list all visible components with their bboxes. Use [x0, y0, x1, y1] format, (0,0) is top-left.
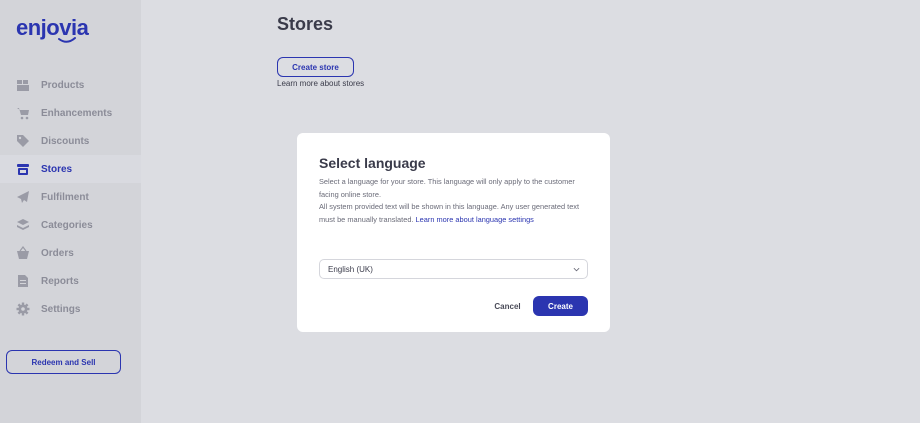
boxes-icon [16, 78, 30, 92]
sidebar-item-categories[interactable]: Categories [0, 211, 141, 239]
sidebar-item-products[interactable]: Products [0, 71, 141, 99]
sidebar-item-orders[interactable]: Orders [0, 239, 141, 267]
sidebar-item-label: Reports [41, 275, 79, 287]
sidebar-item-label: Enhancements [41, 107, 113, 119]
sidebar-nav: Products Enhancements Discounts Stores F… [0, 71, 141, 323]
document-icon [16, 274, 30, 288]
sidebar-item-discounts[interactable]: Discounts [0, 127, 141, 155]
language-settings-link[interactable]: Learn more about language settings [416, 215, 534, 224]
sidebar-item-settings[interactable]: Settings [0, 295, 141, 323]
gear-icon [16, 302, 30, 316]
cart-icon [16, 106, 30, 120]
sidebar-item-label: Products [41, 79, 85, 91]
sidebar-item-fulfilment[interactable]: Fulfilment [0, 183, 141, 211]
description-line-1: Select a language for your store. This l… [319, 177, 575, 199]
store-icon [16, 162, 30, 176]
enjovia-logo[interactable]: enjovia [15, 14, 111, 46]
sidebar: enjovia Products Enhancements Discounts … [0, 0, 141, 423]
page-title: Stores [277, 14, 334, 34]
sidebar-item-label: Categories [41, 219, 93, 231]
create-store-button[interactable]: Create store [277, 57, 354, 77]
sidebar-item-enhancements[interactable]: Enhancements [0, 99, 141, 127]
dialog-description: Select a language for your store. This l… [319, 176, 591, 226]
select-language-dialog: Select language Select a language for yo… [297, 133, 610, 332]
layers-icon [16, 218, 30, 232]
sidebar-item-reports[interactable]: Reports [0, 267, 141, 295]
tags-icon [16, 134, 30, 148]
language-select-value: English (UK) [328, 264, 373, 274]
cancel-button[interactable]: Cancel [485, 296, 530, 316]
paper-plane-icon [16, 190, 30, 204]
dialog-title: Select language [319, 155, 426, 171]
basket-icon [16, 246, 30, 260]
chevron-down-icon [573, 267, 580, 272]
learn-more-stores-link[interactable]: Learn more about stores [277, 79, 364, 88]
sidebar-item-label: Fulfilment [41, 191, 89, 203]
language-select[interactable]: English (UK) [319, 259, 588, 279]
sidebar-item-label: Settings [41, 303, 81, 315]
sidebar-item-label: Orders [41, 247, 74, 259]
sidebar-item-stores[interactable]: Stores [0, 155, 141, 183]
create-button[interactable]: Create [533, 296, 588, 316]
logo-text: enjovia [16, 15, 90, 40]
sidebar-item-label: Stores [41, 163, 73, 175]
redeem-and-sell-button[interactable]: Redeem and Sell [6, 350, 121, 374]
sidebar-item-label: Discounts [41, 135, 90, 147]
